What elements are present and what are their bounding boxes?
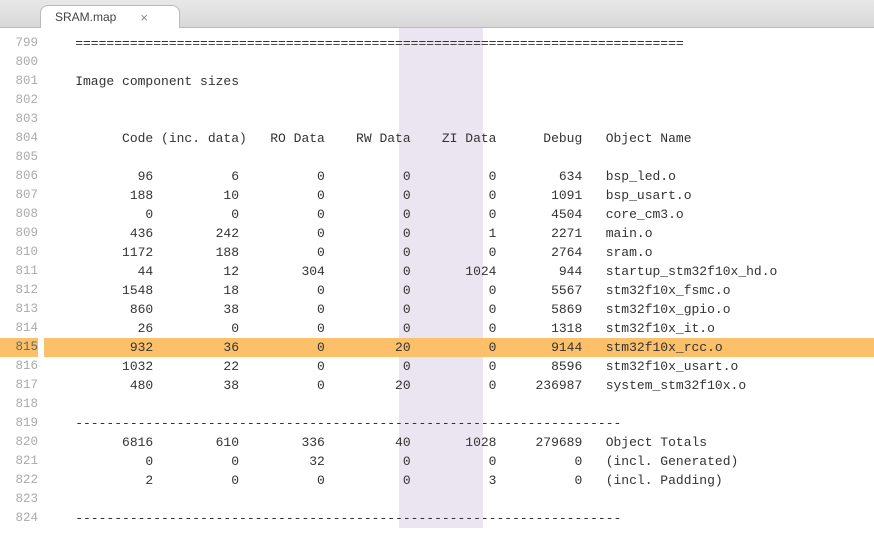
code-line: 96 6 0 0 0 634 bsp_led.o [44, 167, 874, 186]
code-text: 1548 18 0 0 0 5567 stm32f10x_fsmc.o [44, 283, 731, 298]
code-text: Image component sizes [44, 74, 239, 89]
code-line: 26 0 0 0 0 1318 stm32f10x_it.o [44, 319, 874, 338]
close-icon[interactable]: × [140, 11, 148, 24]
code-line [44, 148, 874, 167]
code-line: 860 38 0 0 0 5869 stm32f10x_gpio.o [44, 300, 874, 319]
code-line: Image component sizes [44, 72, 874, 91]
code-text [44, 492, 52, 507]
line-number: 800 [0, 53, 38, 72]
code-line: 188 10 0 0 0 1091 bsp_usart.o [44, 186, 874, 205]
code-line [44, 490, 874, 509]
tab-bar: SRAM.map × [0, 0, 874, 28]
code-line: 44 12 304 0 1024 944 startup_stm32f10x_h… [44, 262, 874, 281]
code-text: 2 0 0 0 3 0 (incl. Padding) [44, 473, 723, 488]
code-line: 932 36 0 20 0 9144 stm32f10x_rcc.o [44, 338, 874, 357]
code-line: 480 38 0 20 0 236987 system_stm32f10x.o [44, 376, 874, 395]
code-text: Code (inc. data) RO Data RW Data ZI Data… [44, 131, 692, 146]
line-number: 823 [0, 490, 38, 509]
code-text: ========================================… [44, 36, 684, 51]
tab-sram-map[interactable]: SRAM.map × [40, 5, 180, 28]
line-number: 806 [0, 167, 38, 186]
code-line: Code (inc. data) RO Data RW Data ZI Data… [44, 129, 874, 148]
line-number: 810 [0, 243, 38, 262]
line-number: 807 [0, 186, 38, 205]
tab-title: SRAM.map [55, 10, 116, 24]
code-content[interactable]: ========================================… [44, 28, 874, 533]
code-line: 0 0 0 0 0 4504 core_cm3.o [44, 205, 874, 224]
code-line: 1032 22 0 0 0 8596 stm32f10x_usart.o [44, 357, 874, 376]
line-number: 819 [0, 414, 38, 433]
code-text: 44 12 304 0 1024 944 startup_stm32f10x_h… [44, 264, 777, 279]
code-text [44, 397, 52, 412]
code-text [44, 93, 52, 108]
code-line: ========================================… [44, 34, 874, 53]
code-line [44, 395, 874, 414]
code-line: 1548 18 0 0 0 5567 stm32f10x_fsmc.o [44, 281, 874, 300]
line-number: 822 [0, 471, 38, 490]
line-number: 804 [0, 129, 38, 148]
line-number: 808 [0, 205, 38, 224]
code-text: 0 0 32 0 0 0 (incl. Generated) [44, 454, 738, 469]
code-line: 0 0 32 0 0 0 (incl. Generated) [44, 452, 874, 471]
code-text: 1032 22 0 0 0 8596 stm32f10x_usart.o [44, 359, 738, 374]
line-number: 809 [0, 224, 38, 243]
code-text: 1172 188 0 0 0 2764 sram.o [44, 245, 653, 260]
line-number: 824 [0, 509, 38, 528]
line-number: 817 [0, 376, 38, 395]
line-number: 802 [0, 91, 38, 110]
line-number: 816 [0, 357, 38, 376]
line-number: 801 [0, 72, 38, 91]
line-number: 805 [0, 148, 38, 167]
code-text: 932 36 0 20 0 9144 stm32f10x_rcc.o [44, 340, 723, 355]
code-line: 1172 188 0 0 0 2764 sram.o [44, 243, 874, 262]
code-line: 436 242 0 0 1 2271 main.o [44, 224, 874, 243]
code-line: 6816 610 336 40 1028 279689 Object Total… [44, 433, 874, 452]
code-text: 188 10 0 0 0 1091 bsp_usart.o [44, 188, 692, 203]
code-line [44, 91, 874, 110]
code-text: ----------------------------------------… [44, 511, 621, 526]
code-text [44, 55, 52, 70]
code-text: 860 38 0 0 0 5869 stm32f10x_gpio.o [44, 302, 731, 317]
line-number: 799 [0, 34, 38, 53]
code-line: ----------------------------------------… [44, 509, 874, 528]
code-text: 26 0 0 0 0 1318 stm32f10x_it.o [44, 321, 715, 336]
line-number: 818 [0, 395, 38, 414]
code-text: 480 38 0 20 0 236987 system_stm32f10x.o [44, 378, 746, 393]
editor-area: 7998008018028038048058068078088098108118… [0, 28, 874, 533]
code-line [44, 53, 874, 72]
code-text: ----------------------------------------… [44, 416, 621, 431]
line-number: 820 [0, 433, 38, 452]
line-number: 814 [0, 319, 38, 338]
line-number-gutter: 7998008018028038048058068078088098108118… [0, 28, 44, 533]
code-text [44, 150, 52, 165]
code-text: 436 242 0 0 1 2271 main.o [44, 226, 653, 241]
line-number: 815 [0, 338, 38, 357]
code-text: 6816 610 336 40 1028 279689 Object Total… [44, 435, 707, 450]
line-number: 812 [0, 281, 38, 300]
line-number: 821 [0, 452, 38, 471]
code-text [44, 112, 52, 127]
line-number: 811 [0, 262, 38, 281]
code-text: 0 0 0 0 0 4504 core_cm3.o [44, 207, 684, 222]
code-line [44, 110, 874, 129]
code-line: ----------------------------------------… [44, 414, 874, 433]
line-number: 803 [0, 110, 38, 129]
code-line: 2 0 0 0 3 0 (incl. Padding) [44, 471, 874, 490]
code-text: 96 6 0 0 0 634 bsp_led.o [44, 169, 676, 184]
line-number: 813 [0, 300, 38, 319]
